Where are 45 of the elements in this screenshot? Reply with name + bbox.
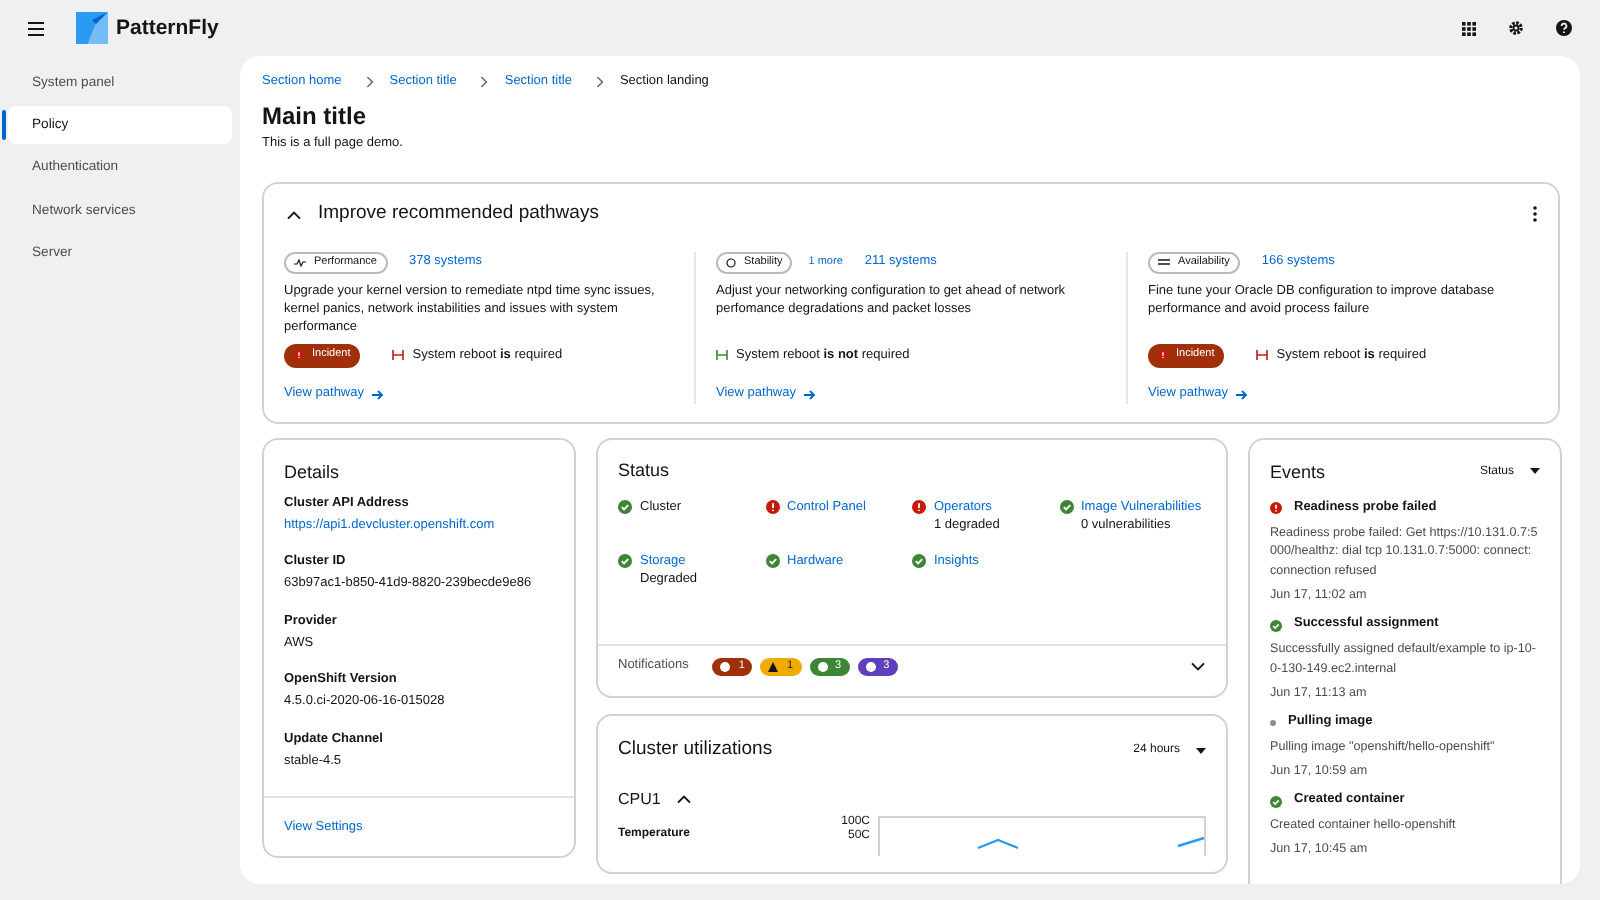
- brand-name: PatternFly: [116, 13, 219, 43]
- status-icon: [720, 662, 731, 673]
- check-circle-icon: [1270, 795, 1282, 808]
- dot-icon: [1270, 720, 1276, 727]
- settings-icon[interactable]: [1508, 20, 1524, 36]
- caret-down-icon[interactable]: [1196, 747, 1206, 754]
- card-title: Events: [1270, 459, 1326, 484]
- status-icon: [865, 662, 876, 673]
- check-circle-icon: [618, 554, 632, 569]
- arrow-right-icon: [804, 389, 816, 400]
- arrow-right-icon: [1236, 389, 1248, 400]
- chevron-right-icon: [365, 76, 374, 89]
- kebab-menu-icon[interactable]: [1532, 206, 1538, 223]
- page-title: Main title: [262, 99, 369, 132]
- check-circle-icon: [765, 554, 779, 569]
- bars-icon: [1158, 258, 1170, 267]
- chevron-down-icon[interactable]: [1190, 661, 1206, 672]
- chevron-right-icon: [595, 76, 604, 89]
- chevron-right-icon: [480, 76, 489, 89]
- logo-icon: [76, 12, 108, 44]
- help-icon[interactable]: [1556, 20, 1572, 36]
- card-title: Status: [618, 457, 672, 482]
- exclamation-circle-icon: [765, 499, 779, 514]
- circle-icon: [726, 257, 736, 268]
- arrow-right-icon: [372, 389, 384, 400]
- warning-icon: [768, 662, 779, 673]
- check-circle-icon: [618, 499, 632, 514]
- check-circle-icon: [1270, 619, 1282, 632]
- section-title: CPU1: [618, 789, 661, 811]
- check-circle-icon: [1059, 499, 1073, 514]
- chevron-icon[interactable]: [286, 209, 302, 220]
- caret-down-icon[interactable]: [1530, 468, 1540, 475]
- card-title: Improve recommended pathways: [318, 201, 599, 228]
- chevron-icon[interactable]: [676, 794, 693, 805]
- exclamation-icon: [294, 350, 304, 361]
- card-title: Cluster utilizations: [618, 737, 773, 764]
- check-circle-icon: [912, 554, 926, 569]
- pulse-icon: [294, 257, 306, 268]
- exclamation-circle-icon: [912, 499, 926, 514]
- status-icon: [817, 662, 828, 673]
- exclamation-icon: [1158, 350, 1168, 361]
- menu-icon[interactable]: [28, 21, 44, 35]
- grid-icon[interactable]: [1462, 21, 1476, 35]
- card-title: Details: [284, 459, 342, 484]
- exclamation-circle-icon: [1270, 502, 1282, 515]
